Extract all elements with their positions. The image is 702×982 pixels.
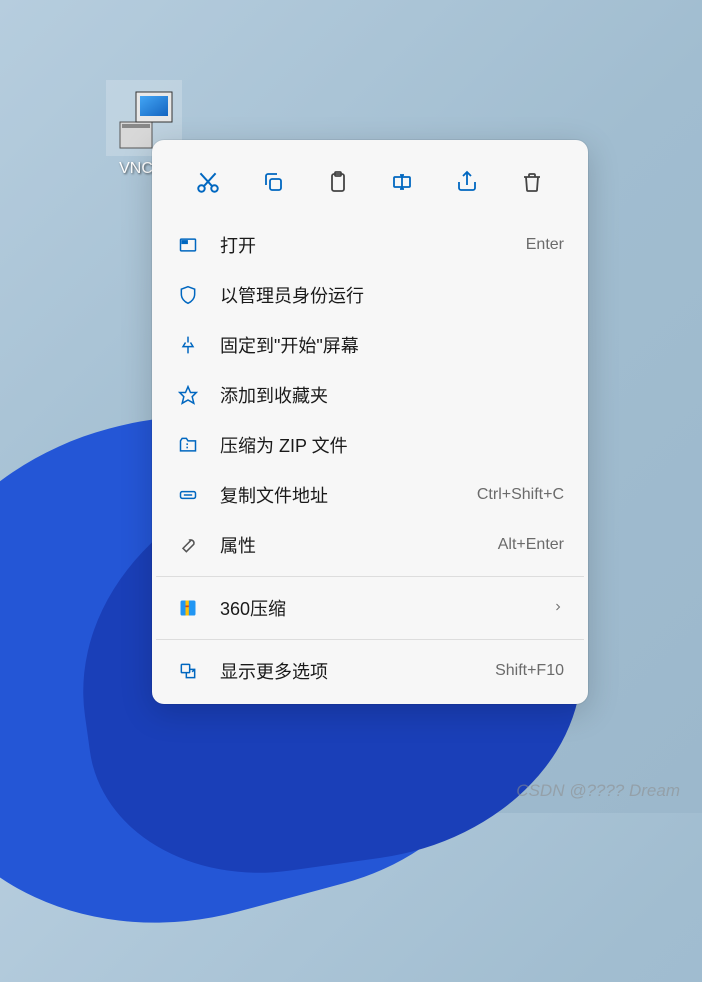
star-icon <box>176 383 200 407</box>
menu-label: 属性 <box>220 532 478 558</box>
menu-divider <box>156 639 584 640</box>
menu-label: 添加到收藏夹 <box>220 382 564 408</box>
menu-shortcut: Shift+F10 <box>495 662 564 680</box>
menu-show-more[interactable]: 显示更多选项 Shift+F10 <box>152 646 588 696</box>
cut-button[interactable] <box>186 160 230 204</box>
menu-divider <box>156 576 584 577</box>
menu-label: 压缩为 ZIP 文件 <box>220 432 564 458</box>
menu-shortcut: Alt+Enter <box>498 536 564 554</box>
context-toolbar <box>152 148 588 220</box>
menu-compress-zip[interactable]: 压缩为 ZIP 文件 <box>152 420 588 470</box>
360zip-icon <box>176 596 200 620</box>
expand-icon <box>176 659 200 683</box>
context-menu: 打开 Enter 以管理员身份运行 固定到"开始"屏幕 添加到收藏夹 压缩为 Z… <box>152 140 588 704</box>
menu-label: 打开 <box>220 232 506 258</box>
menu-360zip[interactable]: 360压缩 <box>152 583 588 633</box>
menu-open[interactable]: 打开 Enter <box>152 220 588 270</box>
menu-properties[interactable]: 属性 Alt+Enter <box>152 520 588 570</box>
menu-label: 复制文件地址 <box>220 482 457 508</box>
menu-pin-to-start[interactable]: 固定到"开始"屏幕 <box>152 320 588 370</box>
menu-label: 固定到"开始"屏幕 <box>220 332 564 358</box>
menu-add-favorite[interactable]: 添加到收藏夹 <box>152 370 588 420</box>
menu-label: 360压缩 <box>220 595 532 621</box>
wrench-icon <box>176 533 200 557</box>
menu-shortcut: Enter <box>526 236 564 254</box>
pin-icon <box>176 333 200 357</box>
paste-button[interactable] <box>316 160 360 204</box>
share-button[interactable] <box>445 160 489 204</box>
watermark: CSDN @???? Dream <box>516 781 680 801</box>
menu-run-as-admin[interactable]: 以管理员身份运行 <box>152 270 588 320</box>
delete-button[interactable] <box>510 160 554 204</box>
open-icon <box>176 233 200 257</box>
path-icon <box>176 483 200 507</box>
chevron-right-icon <box>552 600 564 616</box>
shield-icon <box>176 283 200 307</box>
menu-shortcut: Ctrl+Shift+C <box>477 486 564 504</box>
rename-button[interactable] <box>380 160 424 204</box>
copy-button[interactable] <box>251 160 295 204</box>
zip-icon <box>176 433 200 457</box>
menu-copy-path[interactable]: 复制文件地址 Ctrl+Shift+C <box>152 470 588 520</box>
menu-label: 显示更多选项 <box>220 658 475 684</box>
menu-label: 以管理员身份运行 <box>220 282 564 308</box>
